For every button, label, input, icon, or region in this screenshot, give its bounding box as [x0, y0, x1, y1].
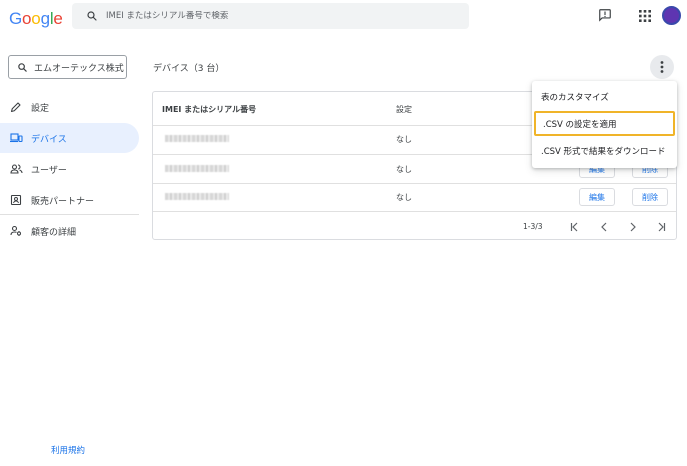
devices-icon: [9, 131, 23, 145]
row-setting: なし: [396, 165, 412, 174]
sidebar-item-devices[interactable]: デバイス: [0, 123, 139, 153]
apps-button[interactable]: [635, 6, 655, 26]
feedback-button[interactable]: [595, 6, 615, 26]
customer-detail-icon: [9, 224, 23, 238]
account-avatar[interactable]: [662, 6, 681, 25]
imei-redacted: [165, 135, 229, 142]
sidebar-item-partners[interactable]: 販売パートナー: [0, 185, 139, 215]
column-header-imei[interactable]: IMEI またはシリアル番号: [162, 104, 256, 115]
imei-redacted: [165, 193, 229, 200]
page-title: デバイス（3 台）: [153, 64, 225, 74]
row-setting: なし: [396, 135, 412, 144]
more-vert-icon: [660, 58, 664, 77]
chevron-right-icon: [628, 217, 638, 236]
apps-grid-icon: [639, 7, 651, 26]
column-header-settings[interactable]: 設定: [396, 104, 412, 115]
chevron-left-icon: [599, 217, 609, 236]
sidebar-divider: [0, 214, 139, 215]
row-divider: [153, 211, 676, 212]
edit-button[interactable]: 編集: [579, 188, 615, 206]
sidebar-item-label: 顧客の詳細: [31, 227, 77, 238]
sidebar-item-customer-details[interactable]: 顧客の詳細: [0, 216, 139, 246]
more-options-button[interactable]: [650, 55, 674, 79]
next-page-button[interactable]: [626, 219, 640, 233]
imei-redacted: [165, 165, 229, 172]
sidebar-item-label: 設定: [31, 103, 50, 114]
row-setting: なし: [396, 193, 412, 202]
terms-link[interactable]: 利用規約: [51, 444, 85, 456]
feedback-icon: [598, 7, 612, 26]
search-icon: [78, 10, 106, 22]
menu-item-download-csv[interactable]: .CSV 形式で結果をダウンロード: [532, 138, 677, 163]
menu-item-customize-table[interactable]: 表のカスタマイズ: [532, 84, 677, 109]
pagination-range: 1-3/3: [523, 222, 543, 231]
sidebar-item-label: デバイス: [31, 134, 67, 145]
previous-page-button[interactable]: [597, 219, 611, 233]
row-divider: [153, 183, 676, 184]
pencil-icon: [9, 100, 23, 114]
sidebar-item-label: 販売パートナー: [31, 196, 95, 207]
organization-name: エムオーテックス株式: [34, 63, 124, 74]
menu-item-apply-csv-settings[interactable]: .CSV の設定を適用: [534, 111, 675, 136]
organization-selector[interactable]: エムオーテックス株式: [8, 55, 127, 79]
sidebar-item-settings[interactable]: 設定: [0, 92, 139, 122]
search-input[interactable]: [106, 11, 446, 21]
last-page-button[interactable]: [654, 219, 668, 233]
google-logo[interactable]: Google: [9, 9, 63, 29]
first-page-icon: [570, 217, 580, 236]
first-page-button[interactable]: [568, 219, 582, 233]
search-icon: [17, 62, 28, 73]
last-page-icon: [656, 217, 666, 236]
more-options-menu: 表のカスタマイズ .CSV の設定を適用 .CSV 形式で結果をダウンロード: [532, 81, 677, 168]
delete-button[interactable]: 削除: [632, 188, 668, 206]
partner-badge-icon: [9, 193, 23, 207]
sidebar-item-label: ユーザー: [31, 165, 67, 176]
users-icon: [9, 162, 23, 176]
sidebar-item-users[interactable]: ユーザー: [0, 154, 139, 184]
search-bar[interactable]: [72, 3, 469, 29]
